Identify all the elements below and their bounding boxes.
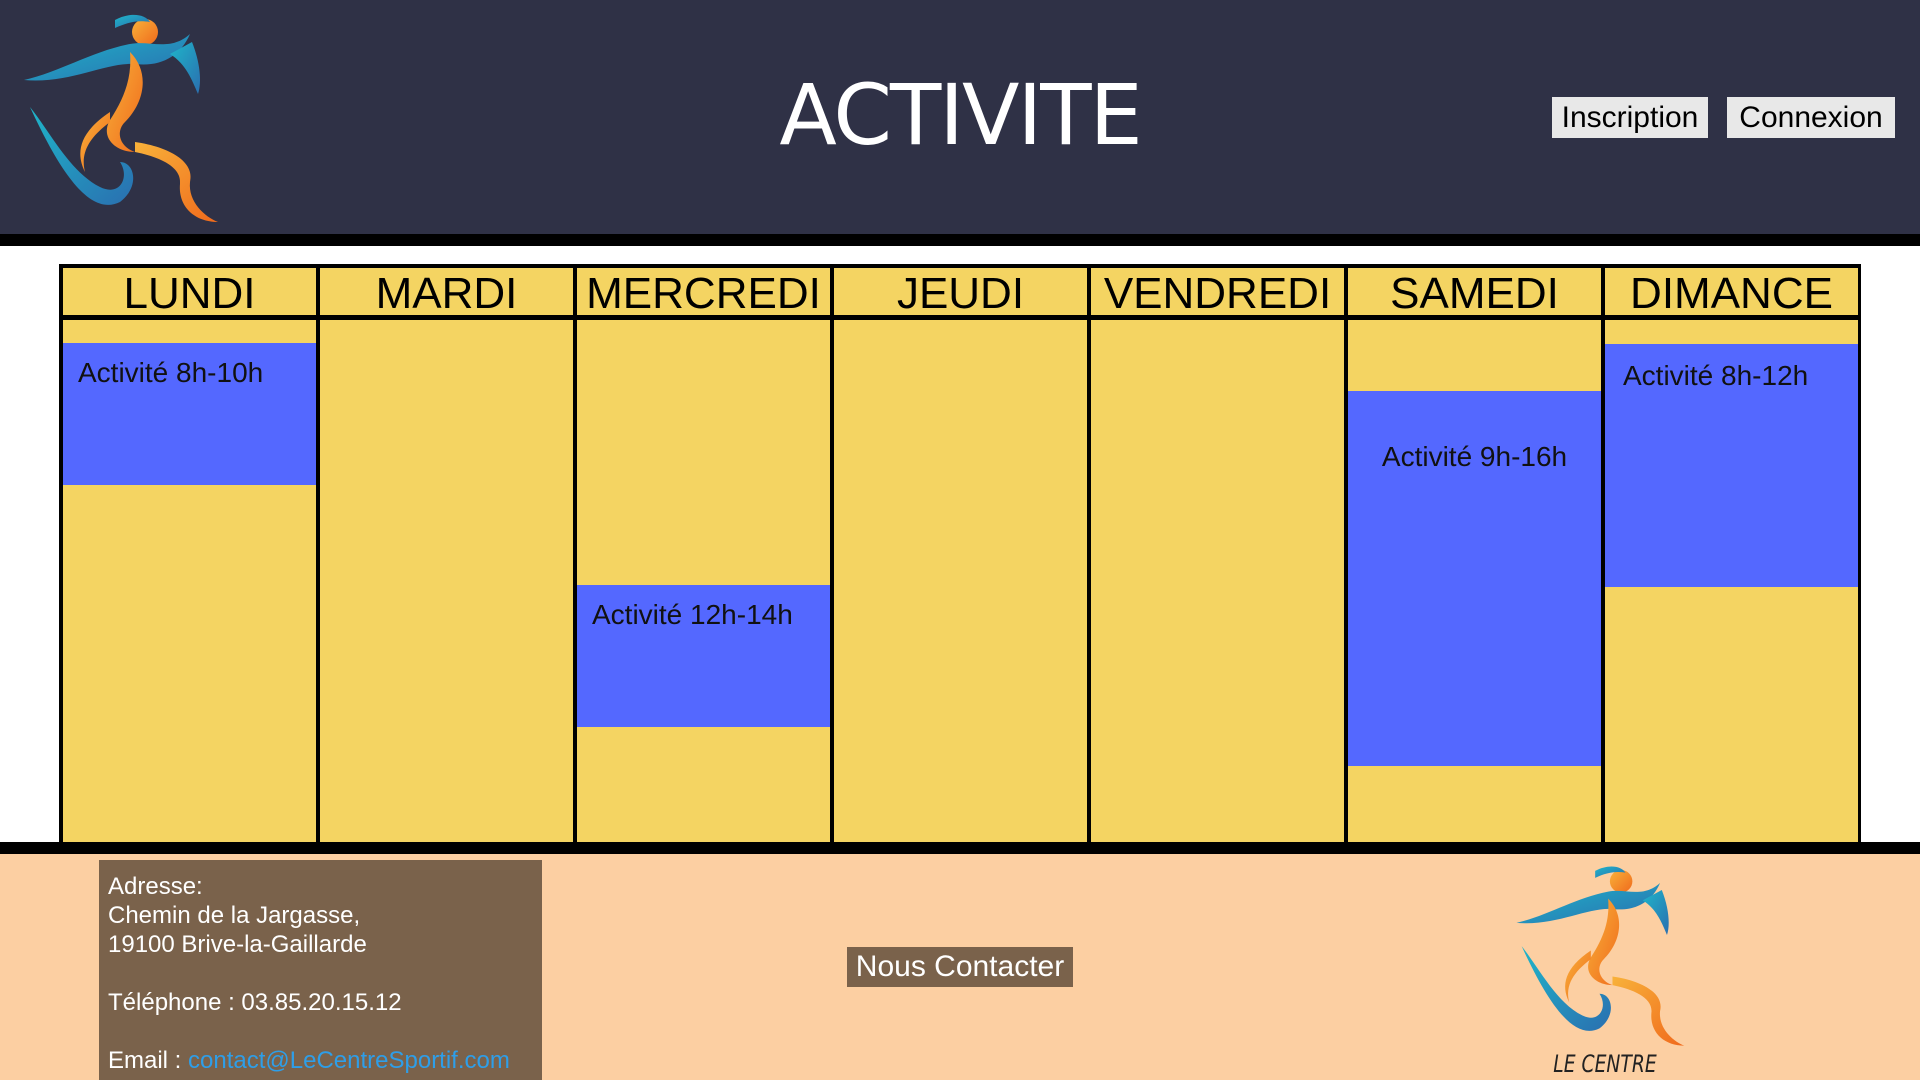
activity-label: Activité 9h-16h	[1381, 441, 1568, 472]
day-column-dimance: DIMANCE Activité 8h-12h	[1605, 268, 1858, 842]
connexion-button[interactable]: Connexion	[1727, 97, 1895, 138]
activity-block[interactable]: Activité 8h-12h	[1605, 344, 1858, 587]
brand-name: LE CENTRE SPORTIF	[1553, 1050, 1657, 1080]
day-header: LUNDI	[63, 268, 316, 318]
footer-divider	[0, 842, 1920, 854]
day-column-mardi: MARDI	[320, 268, 573, 842]
header-divider	[0, 234, 1920, 246]
day-column-jeudi: JEUDI	[834, 268, 1087, 842]
day-header: MERCREDI	[577, 268, 830, 318]
day-header: MARDI	[320, 268, 573, 318]
contact-info: Adresse: Chemin de la Jargasse, 19100 Br…	[99, 860, 542, 1080]
day-cell: Activité 8h-12h	[1605, 320, 1858, 842]
day-column-mercredi: MERCREDI Activité 12h-14h	[577, 268, 830, 842]
day-header: JEUDI	[834, 268, 1087, 318]
footer: Adresse: Chemin de la Jargasse, 19100 Br…	[0, 854, 1920, 1080]
day-cell: Activité 12h-14h	[577, 320, 830, 842]
day-cell: Activité 8h-10h	[63, 320, 316, 842]
activity-block[interactable]: Activité 12h-14h	[577, 585, 830, 727]
address-line-2: 19100 Brive-la-Gaillarde	[108, 931, 367, 958]
day-header: DIMANCE	[1605, 268, 1858, 318]
day-header: VENDREDI	[1091, 268, 1344, 318]
day-cell	[834, 320, 1087, 842]
activity-label: Activité 8h-12h	[1623, 360, 1809, 391]
phone-number: Téléphone : 03.85.20.15.12	[108, 989, 402, 1016]
address-label: Adresse:	[108, 873, 203, 900]
day-header: SAMEDI	[1348, 268, 1601, 318]
day-cell: Activité 9h-16h	[1348, 320, 1601, 842]
address-line-1: Chemin de la Jargasse,	[108, 902, 361, 929]
activity-block[interactable]: Activité 8h-10h	[63, 343, 316, 485]
header: ACTIVITE Inscription Connexion	[0, 0, 1920, 234]
inscription-button[interactable]: Inscription	[1552, 97, 1708, 138]
activity-label: Activité 8h-10h	[78, 357, 264, 388]
email-row: Email : contact@LeCentreSportif.com	[108, 1046, 542, 1075]
activity-label: Activité 12h-14h	[592, 599, 793, 630]
day-cell	[1091, 320, 1344, 842]
weekly-schedule: LUNDI Activité 8h-10h MARDI MERCREDI Act…	[59, 264, 1861, 842]
contact-us-button[interactable]: Nous Contacter	[847, 947, 1073, 987]
day-cell	[320, 320, 573, 842]
email-label: Email :	[108, 1047, 189, 1074]
day-column-vendredi: VENDREDI	[1091, 268, 1344, 842]
day-column-samedi: SAMEDI Activité 9h-16h	[1348, 268, 1601, 842]
activity-block[interactable]: Activité 9h-16h	[1348, 391, 1601, 766]
email-link[interactable]: contact@LeCentreSportif.com	[188, 1047, 510, 1074]
day-column-lundi: LUNDI Activité 8h-10h	[63, 268, 316, 842]
runner-logo-icon	[1516, 866, 1685, 1046]
